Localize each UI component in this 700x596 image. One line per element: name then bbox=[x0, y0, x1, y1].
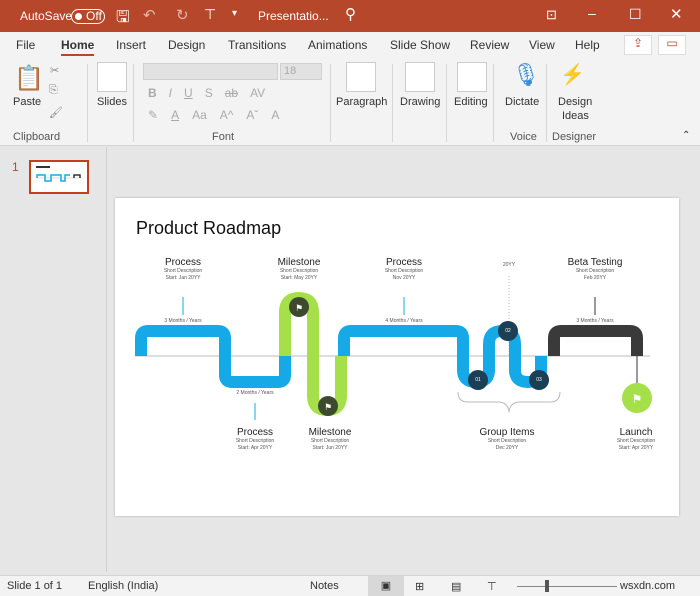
tab-help[interactable]: Help bbox=[575, 38, 600, 52]
autosave-label: AutoSave bbox=[20, 9, 72, 23]
designer-group-label: Designer bbox=[552, 131, 596, 143]
zoom-slider-thumb[interactable] bbox=[545, 580, 549, 592]
tab-slide-show[interactable]: Slide Show bbox=[390, 38, 450, 52]
slide-thumbnail-pane bbox=[0, 147, 107, 572]
thumbnail-number: 1 bbox=[12, 160, 19, 174]
font-formatting-buttons: BIUSab AV bbox=[148, 86, 318, 100]
normal-view-icon[interactable]: ▣ bbox=[368, 576, 404, 596]
customize-qat-icon[interactable]: ▾ bbox=[232, 8, 237, 19]
roadmap-item: Group ItemsShort DescriptionDec 20YY bbox=[462, 427, 552, 452]
slide-thumbnail[interactable] bbox=[29, 160, 89, 194]
tab-file[interactable]: File bbox=[16, 38, 35, 52]
bold-button[interactable]: B bbox=[148, 86, 157, 100]
roadmap-item: ProcessShort DescriptionNov 20YY bbox=[359, 257, 449, 282]
tab-design[interactable]: Design bbox=[168, 38, 205, 52]
paste-button[interactable]: Paste bbox=[13, 96, 41, 108]
maximize-icon[interactable]: ☐ bbox=[629, 6, 642, 23]
find-icon[interactable] bbox=[457, 62, 487, 92]
font-group-label: Font bbox=[212, 131, 234, 143]
watermark: wsxdn.com bbox=[620, 580, 675, 592]
design-ideas-button-line2[interactable]: Ideas bbox=[562, 110, 589, 122]
tab-transitions[interactable]: Transitions bbox=[228, 38, 286, 52]
present-icon[interactable]: ⊤ bbox=[204, 6, 216, 23]
group-number: 01 bbox=[448, 377, 508, 383]
slides-button[interactable]: Slides bbox=[97, 96, 127, 108]
group-number: 02 bbox=[478, 328, 538, 334]
roadmap-item: MilestoneShort DescriptionStart: May 20Y… bbox=[254, 257, 344, 282]
design-ideas-icon[interactable]: ⚡ bbox=[560, 62, 585, 87]
font-size-select[interactable]: 18 bbox=[280, 63, 322, 80]
duration-label: 3 Months / Years bbox=[153, 318, 213, 324]
clear-format-button[interactable]: A bbox=[271, 108, 279, 122]
tab-review[interactable]: Review bbox=[470, 38, 509, 52]
drawing-button[interactable]: Drawing bbox=[400, 96, 440, 108]
clipboard-group-label: Clipboard bbox=[13, 131, 60, 143]
strikethrough-button[interactable]: ab bbox=[225, 86, 238, 100]
slide-canvas[interactable]: Product Roadmap ⚑⚑⚑ ProcessShort Descrip… bbox=[115, 198, 679, 516]
minimize-icon[interactable]: – bbox=[588, 5, 596, 21]
comments-icon[interactable]: ▭ bbox=[658, 35, 686, 55]
roadmap-item: MilestoneShort DescriptionStart: Jun 20Y… bbox=[285, 427, 375, 452]
slide-sorter-icon[interactable]: ⊞ bbox=[415, 580, 424, 593]
reading-view-icon[interactable]: ▤ bbox=[451, 580, 461, 593]
tab-animations[interactable]: Animations bbox=[308, 38, 367, 52]
increase-font-button[interactable]: A^ bbox=[220, 108, 234, 122]
paragraph-icon[interactable] bbox=[346, 62, 376, 92]
title-bar: AutoSave Off 🖫 ↶ ↻ ⊤ ▾ Presentatio... ⚲ … bbox=[0, 0, 700, 32]
duration-label: 3 Months / Years bbox=[565, 318, 625, 324]
tab-insert[interactable]: Insert bbox=[116, 38, 146, 52]
paragraph-button[interactable]: Paragraph bbox=[336, 96, 387, 108]
shadow-button[interactable]: S bbox=[205, 86, 213, 100]
drawing-icon[interactable] bbox=[405, 62, 435, 92]
italic-button[interactable]: I bbox=[169, 86, 172, 100]
roadmap-item: ProcessShort DescriptionStart: Jan 20YY bbox=[138, 257, 228, 282]
search-icon[interactable]: ⚲ bbox=[345, 5, 356, 23]
slideshow-icon[interactable]: ⊤ bbox=[487, 580, 497, 593]
zoom-slider[interactable] bbox=[517, 586, 617, 587]
ribbon: 📋 Paste ✂ ⎘ 🖌 Clipboard Slides 18 BIUSab… bbox=[0, 58, 700, 146]
save-icon[interactable]: 🖫 bbox=[116, 6, 130, 33]
voice-group-label: Voice bbox=[510, 131, 537, 143]
notes-button[interactable]: Notes bbox=[310, 580, 339, 592]
year-marker-label: 20YY bbox=[479, 262, 539, 268]
design-ideas-button[interactable]: Design bbox=[558, 96, 592, 108]
slide-counter: Slide 1 of 1 bbox=[7, 580, 62, 592]
microphone-icon[interactable]: 🎙 bbox=[512, 62, 540, 88]
copy-icon[interactable]: ⎘ bbox=[49, 84, 58, 97]
duration-label: 2 Months / Years bbox=[225, 390, 285, 396]
dictate-button[interactable]: Dictate bbox=[505, 96, 539, 108]
underline-button[interactable]: U bbox=[184, 86, 193, 100]
ribbon-display-icon[interactable]: ⊡ bbox=[546, 7, 557, 23]
ribbon-tabs: File Home Insert Design Transitions Anim… bbox=[0, 32, 700, 58]
font-color-buttons: ✎ A Aa A^ Aˇ A bbox=[148, 108, 328, 122]
redo-icon[interactable]: ↻ bbox=[176, 6, 189, 24]
language-indicator[interactable]: English (India) bbox=[88, 580, 158, 592]
document-title: Presentatio... bbox=[258, 9, 329, 23]
editing-button[interactable]: Editing bbox=[454, 96, 488, 108]
tab-view[interactable]: View bbox=[529, 38, 555, 52]
font-name-select[interactable] bbox=[143, 63, 278, 80]
duration-label: 4 Months / Years bbox=[374, 318, 434, 324]
spacing-button[interactable]: AV bbox=[250, 86, 265, 100]
highlight-icon[interactable]: ✎ bbox=[148, 108, 158, 122]
status-bar: Slide 1 of 1 English (India) Notes ▣ ⊞ ▤… bbox=[0, 575, 700, 596]
change-case-button[interactable]: Aa bbox=[192, 108, 207, 122]
new-slide-icon[interactable] bbox=[97, 62, 127, 92]
roadmap-item: LaunchShort DescriptionStart: Apr 20YY bbox=[591, 427, 681, 452]
tab-home[interactable]: Home bbox=[61, 38, 94, 56]
share-icon[interactable]: ⇪ bbox=[624, 35, 652, 55]
format-painter-icon[interactable]: 🖌 bbox=[49, 106, 63, 119]
undo-icon[interactable]: ↶ bbox=[143, 6, 156, 24]
font-color-button[interactable]: A bbox=[171, 108, 179, 122]
paste-icon[interactable]: 📋 bbox=[14, 64, 44, 93]
cut-icon[interactable]: ✂ bbox=[50, 64, 59, 77]
decrease-font-button[interactable]: Aˇ bbox=[246, 108, 258, 122]
close-icon[interactable]: ✕ bbox=[670, 5, 683, 23]
collapse-ribbon-icon[interactable]: ⌃ bbox=[682, 130, 690, 141]
autosave-toggle[interactable]: Off bbox=[71, 9, 105, 24]
roadmap-item: Beta TestingShort DescriptionFeb 20YY bbox=[550, 257, 640, 282]
group-number: 03 bbox=[509, 377, 569, 383]
